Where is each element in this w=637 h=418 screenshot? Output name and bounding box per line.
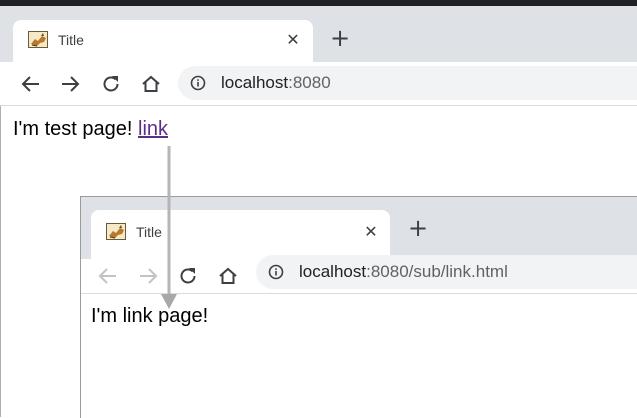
tab-strip: Title ✕ + [81, 197, 637, 259]
browser-tab[interactable]: Title ✕ [91, 210, 390, 259]
page-content: I'm link page! [81, 294, 637, 418]
page-link[interactable]: link [138, 118, 168, 140]
browser-toolbar: localhost:8080/sub/link.html [81, 255, 637, 294]
tomcat-favicon-icon [28, 31, 48, 48]
url-port-path: :8080/sub/link.html [366, 262, 508, 281]
page-message: I'm test page! [13, 118, 138, 140]
plus-icon[interactable]: + [329, 26, 351, 50]
url-text: localhost:8080/sub/link.html [299, 262, 508, 282]
reload-icon[interactable] [99, 72, 123, 96]
back-arrow-icon[interactable] [19, 72, 43, 96]
window-left-border [0, 106, 1, 417]
url-host: localhost [299, 262, 367, 281]
page-message: I'm link page! [91, 305, 209, 327]
browser-tab[interactable]: Title ✕ [13, 20, 313, 62]
close-icon[interactable]: ✕ [363, 224, 379, 240]
address-bar[interactable]: localhost:8080 [178, 66, 637, 100]
tab-title: Title [136, 224, 162, 240]
forward-arrow-icon[interactable] [58, 72, 82, 96]
url-host: localhost [221, 73, 289, 92]
tab-title: Title [58, 32, 84, 48]
browser-toolbar: localhost:8080 [0, 62, 637, 106]
url-text: localhost:8080 [221, 73, 331, 93]
back-arrow-icon[interactable] [96, 264, 120, 288]
tomcat-favicon-icon [106, 223, 126, 240]
url-port-path: :8080 [288, 73, 331, 92]
home-icon[interactable] [216, 264, 240, 288]
home-icon[interactable] [139, 72, 163, 96]
plus-icon[interactable]: + [407, 216, 429, 240]
page-body-text: I'm test page! link [13, 118, 168, 141]
forward-arrow-icon[interactable] [136, 264, 160, 288]
link-browser-window: Title ✕ + localhost:8080/sub/link.html I… [80, 196, 637, 418]
info-icon[interactable] [268, 264, 284, 280]
info-icon[interactable] [190, 75, 206, 91]
reload-icon[interactable] [176, 264, 200, 288]
tab-strip: Title ✕ + [0, 6, 637, 62]
address-bar[interactable]: localhost:8080/sub/link.html [256, 255, 637, 289]
close-icon[interactable]: ✕ [285, 32, 301, 48]
